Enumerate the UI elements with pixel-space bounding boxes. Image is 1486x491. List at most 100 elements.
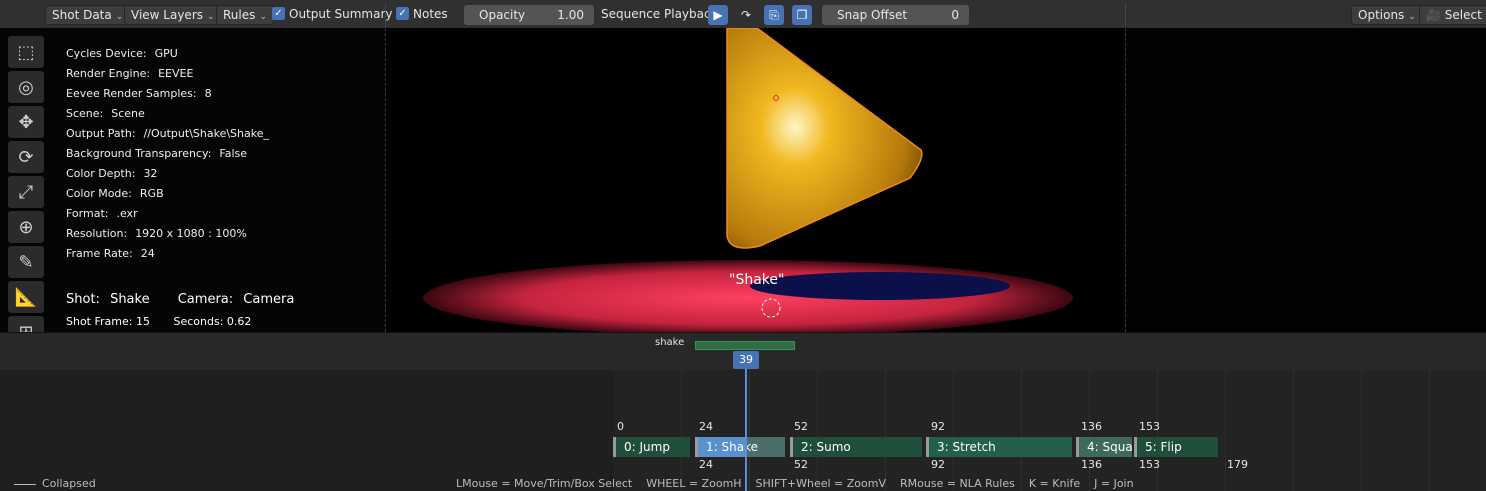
shot-name: Shake bbox=[110, 292, 150, 307]
clip-shake[interactable]: 1: Shake bbox=[695, 437, 785, 457]
frame-rate-label: Frame Rate: bbox=[66, 247, 133, 260]
chevron-down-icon: ⌄ bbox=[259, 12, 267, 22]
frame-gridline bbox=[953, 370, 954, 491]
camera-label: Camera: bbox=[177, 292, 234, 307]
scale-icon[interactable]: ⤢ bbox=[8, 176, 44, 208]
separator bbox=[385, 3, 386, 27]
resolution-label: Resolution: bbox=[66, 227, 128, 240]
header-toolbar: Shot Data ⌄ View Layers ⌄ Rules ⌄ ✓ Output … bbox=[0, 0, 1486, 28]
opacity-field[interactable]: Opacity 1.00 bbox=[464, 5, 594, 25]
track-label: shake bbox=[655, 337, 685, 348]
view-layers-dropdown[interactable]: View Layers ⌄ bbox=[124, 5, 222, 25]
move-icon[interactable]: ✥ bbox=[8, 106, 44, 138]
frame-range-icon[interactable]: ⎘ bbox=[764, 5, 784, 25]
frame-gridline bbox=[1429, 370, 1430, 491]
clip-label: 0: Jump bbox=[624, 440, 670, 454]
clip-flip[interactable]: 5: Flip bbox=[1134, 437, 1218, 457]
collapsed-toggle[interactable]: Collapsed bbox=[14, 477, 96, 490]
rotate-icon[interactable]: ⟳ bbox=[8, 141, 44, 173]
measure-icon[interactable]: 📐 bbox=[8, 281, 44, 313]
playhead-line[interactable] bbox=[745, 352, 747, 491]
clip-end-marker: 136 bbox=[1081, 458, 1102, 471]
scene-value: Scene bbox=[111, 107, 145, 120]
separator bbox=[1125, 3, 1126, 27]
notes-label: Notes bbox=[413, 7, 448, 21]
rules-dropdown[interactable]: Rules ⌄ bbox=[216, 5, 274, 25]
output-summary-checkbox[interactable]: ✓ bbox=[272, 7, 285, 20]
clip-end-marker: 153 bbox=[1139, 458, 1160, 471]
collapsed-label: Collapsed bbox=[42, 477, 96, 490]
view-layers-label: View Layers bbox=[131, 8, 203, 22]
clip-label: 1: Shake bbox=[706, 440, 758, 454]
play-icon[interactable]: ▶ bbox=[708, 5, 728, 25]
cycles-device-label: Cycles Device: bbox=[66, 47, 147, 60]
copy-icon[interactable]: ❐ bbox=[792, 5, 812, 25]
shot-range-bar[interactable] bbox=[695, 341, 795, 350]
rules-label: Rules bbox=[223, 8, 256, 22]
snap-offset-field[interactable]: Snap Offset 0 bbox=[822, 5, 969, 25]
nla-timeline[interactable]: 0 24 52 92 136 153 0: Jump 1: Shake 2: S… bbox=[0, 370, 1486, 491]
frame-gridline bbox=[885, 370, 886, 491]
shot-frame-line: Shot Frame: 15 Seconds: 0.62 bbox=[66, 315, 251, 328]
clip-squash[interactable]: 4: Squash bbox=[1076, 437, 1132, 457]
clip-end-marker: 92 bbox=[931, 458, 945, 471]
shot-data-dropdown[interactable]: Shot Data ⌄ bbox=[45, 5, 131, 25]
frame-rate-value: 24 bbox=[140, 247, 155, 260]
shot-label: Shot: bbox=[66, 292, 100, 307]
cone-object[interactable] bbox=[726, 28, 923, 249]
floor-disc bbox=[423, 260, 1073, 332]
annotate-icon[interactable]: ✎ bbox=[8, 246, 44, 278]
loop-icon[interactable]: ↷ bbox=[736, 5, 756, 25]
select-button[interactable]: 🎥 Select bbox=[1419, 5, 1486, 25]
select-label: Select bbox=[1444, 8, 1482, 22]
output-summary-label: Output Summary bbox=[289, 7, 393, 21]
shot-frame-value: 15 bbox=[135, 315, 150, 328]
bg-transparency-value: False bbox=[219, 147, 248, 160]
frame-gridline bbox=[1293, 370, 1294, 491]
shot-caption: "Shake" bbox=[729, 272, 785, 288]
options-dropdown[interactable]: Options ⌄ bbox=[1351, 5, 1423, 25]
select-box-icon[interactable]: ⬚ bbox=[8, 36, 44, 68]
floor-shadow bbox=[750, 272, 1010, 300]
frame-gridline bbox=[749, 370, 750, 491]
notes-checkbox[interactable]: ✓ bbox=[396, 7, 409, 20]
snap-offset-label: Snap Offset bbox=[837, 8, 908, 22]
eevee-samples-value: 8 bbox=[204, 87, 212, 100]
format-value: .exr bbox=[116, 207, 138, 220]
clip-sumo[interactable]: 2: Sumo bbox=[790, 437, 922, 457]
transform-icon[interactable]: ⊕ bbox=[8, 211, 44, 243]
clip-start-marker: 92 bbox=[931, 420, 945, 433]
clip-start-marker: 0 bbox=[617, 420, 624, 433]
clip-label: 2: Sumo bbox=[801, 440, 851, 454]
clip-label: 3: Stretch bbox=[937, 440, 996, 454]
shot-frame-label: Shot Frame: bbox=[66, 315, 133, 328]
opacity-label: Opacity bbox=[479, 8, 526, 22]
color-mode-value: RGB bbox=[139, 187, 164, 200]
viewport[interactable]: ⬚ ◎ ✥ ⟳ ⤢ ⊕ ✎ 📐 ⊞ ☷ Cycles Device: GPU Re… bbox=[0, 28, 1486, 332]
clip-label: 5: Flip bbox=[1145, 440, 1182, 454]
clip-jump[interactable]: 0: Jump bbox=[613, 437, 690, 457]
render-info: Cycles Device: GPU Render Engine: EEVEE Ee… bbox=[66, 44, 269, 264]
clip-end-marker: 24 bbox=[699, 458, 713, 471]
cursor-icon[interactable]: ◎ bbox=[8, 71, 44, 103]
clip-start-marker: 52 bbox=[794, 420, 808, 433]
seconds-label: Seconds: bbox=[173, 315, 224, 328]
clip-stretch[interactable]: 3: Stretch bbox=[926, 437, 1072, 457]
eevee-samples-label: Eevee Render Samples: bbox=[66, 87, 197, 100]
frame-gridline bbox=[681, 370, 682, 491]
add-cube-icon[interactable]: ⊞ bbox=[8, 316, 44, 332]
clip-label: 4: Squash bbox=[1087, 440, 1132, 454]
render-engine-value: EEVEE bbox=[158, 67, 194, 80]
toolbar-left: ⬚ ◎ ✥ ⟳ ⤢ ⊕ ✎ 📐 ⊞ ☷ bbox=[8, 36, 48, 332]
output-path-value: //Output\Shake\Shake_ bbox=[143, 127, 269, 140]
render-engine-label: Render Engine: bbox=[66, 67, 151, 80]
clip-start-marker: 24 bbox=[699, 420, 713, 433]
options-label: Options bbox=[1358, 8, 1405, 22]
playhead-frame[interactable]: 39 bbox=[733, 351, 759, 369]
collapse-line-icon bbox=[14, 483, 36, 485]
status-hints: LMouse = Move/Trim/Box Select WHEEL = Zo… bbox=[456, 477, 1134, 490]
color-depth-value: 32 bbox=[143, 167, 158, 180]
cycles-device-value: GPU bbox=[154, 47, 178, 60]
output-path-label: Output Path: bbox=[66, 127, 136, 140]
frame-gridline bbox=[817, 370, 818, 491]
